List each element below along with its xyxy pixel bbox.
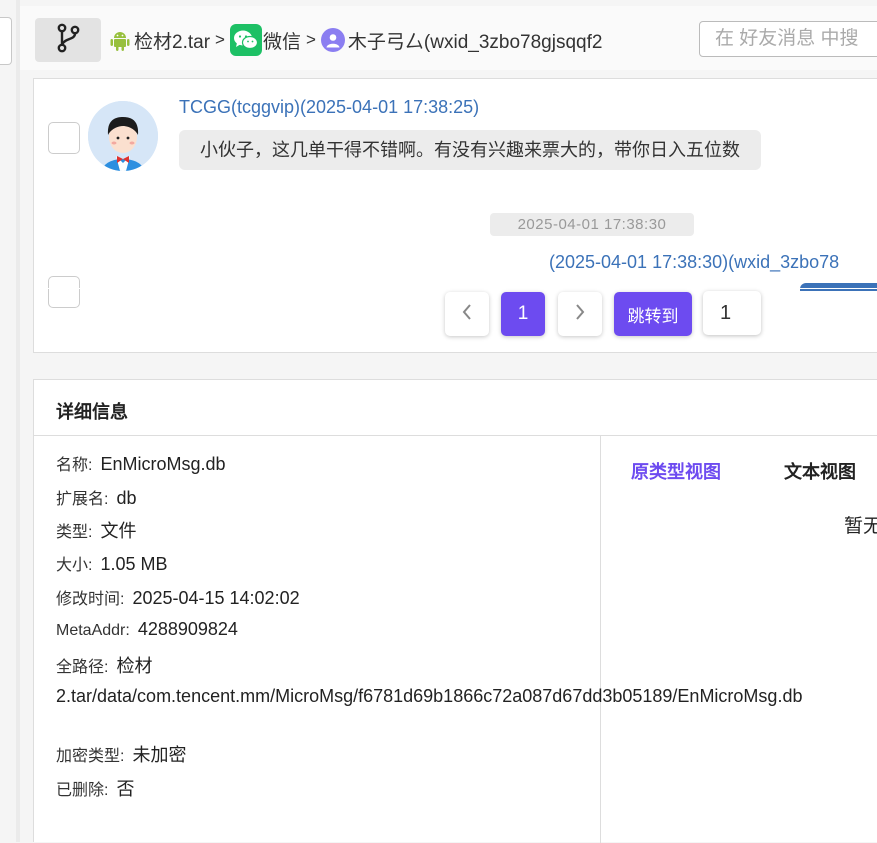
field-size: 大小: 1.05 MB	[56, 551, 168, 575]
breadcrumb-label: 木子弓厶(wxid_3zbo78gjsqqf2	[347, 31, 603, 53]
field-meta-addr: MetaAddr: 4288909824	[56, 619, 238, 640]
reply-bubble	[800, 283, 877, 291]
android-icon	[110, 29, 130, 51]
wechat-icon	[229, 24, 262, 56]
tab-text-view[interactable]: 文本视图	[784, 458, 856, 484]
field-encryption: 加密类型: 未加密	[56, 741, 186, 767]
field-value: 检材 2.tar/data/com.tencent.mm/MicroMsg/f6…	[56, 656, 803, 706]
breadcrumb-item-contact[interactable]: 木子弓厶(wxid_3zbo78gjsqqf2	[320, 27, 603, 54]
avatar	[88, 101, 158, 171]
field-value: 文件	[100, 521, 137, 541]
field-label: 名称:	[56, 457, 93, 474]
field-type: 类型: 文件	[56, 517, 136, 543]
chevron-left-icon	[461, 303, 473, 326]
field-label: 类型:	[56, 524, 93, 541]
message-sender: TCGG(tcggvip)(2025-04-01 17:38:25)	[179, 97, 480, 117]
gutter	[16, 0, 20, 842]
header-divider	[34, 435, 877, 436]
chevron-right-icon	[574, 303, 586, 326]
branch-button[interactable]	[35, 18, 101, 62]
user-icon	[320, 28, 345, 52]
detail-title: 详细信息	[56, 402, 128, 422]
next-page-button[interactable]	[558, 292, 602, 336]
search-input[interactable]	[699, 21, 877, 57]
field-value: 未加密	[132, 745, 187, 765]
field-full-path: 全路径: 检材 2.tar/data/com.tencent.mm/MicroMs…	[56, 652, 802, 710]
field-modified-time: 修改时间: 2025-04-15 14:02:02	[56, 585, 300, 609]
breadcrumb: 检材2.tar > 微信 > 木子弓厶(wxid_3zbo78gjsqqf2	[110, 24, 603, 56]
time-divider: 2025-04-01 17:38:30	[490, 213, 694, 236]
empty-placeholder: 暂无	[844, 516, 877, 537]
field-label: 已删除:	[56, 782, 109, 799]
page-number-input[interactable]	[703, 291, 761, 335]
branch-icon	[55, 23, 81, 58]
prev-page-button[interactable]	[445, 292, 489, 336]
breadcrumb-separator: >	[305, 30, 316, 49]
field-value: 1.05 MB	[100, 554, 168, 574]
field-name: 名称: EnMicroMsg.db	[56, 451, 226, 475]
message-checkbox[interactable]	[48, 122, 80, 154]
field-label: 大小:	[56, 557, 93, 574]
field-label: 扩展名:	[56, 491, 109, 508]
message-checkbox[interactable]	[48, 276, 80, 308]
breadcrumb-item-evidence[interactable]: 检材2.tar	[110, 27, 210, 54]
detail-panel: 详细信息 名称: EnMicroMsg.db 扩展名: db 类型: 文件 大小: 1.…	[33, 379, 877, 843]
field-deleted: 已删除: 否	[56, 775, 134, 801]
reply-sender: (2025-04-01 17:38:30)(wxid_3zbo78	[549, 252, 840, 272]
field-value: 2025-04-15 14:02:02	[132, 588, 300, 608]
page-button-current[interactable]: 1	[501, 292, 545, 336]
field-value: 否	[116, 779, 135, 799]
field-label: 全路径:	[56, 659, 109, 676]
message-list-bottom	[34, 288, 877, 289]
field-value: 4288909824	[137, 619, 238, 639]
column-divider	[600, 436, 601, 843]
field-value: EnMicroMsg.db	[100, 454, 226, 474]
breadcrumb-label: 微信	[262, 31, 301, 53]
field-extension: 扩展名: db	[56, 485, 136, 509]
breadcrumb-label: 检材2.tar	[134, 31, 211, 53]
chat-panel: TCGG(tcggvip)(2025-04-01 17:38:25) 小伙子，这…	[33, 78, 877, 353]
message-bubble: 小伙子，这几单干得不错啊。有没有兴趣来票大的，带你日入五位数	[179, 130, 761, 170]
field-label: MetaAddr:	[56, 622, 130, 639]
collapsed-panel-edge[interactable]	[0, 17, 12, 65]
breadcrumb-item-wechat[interactable]: 微信	[229, 24, 301, 56]
field-label: 修改时间:	[56, 591, 125, 608]
breadcrumb-separator: >	[215, 30, 225, 49]
field-label: 加密类型:	[56, 748, 125, 765]
jump-to-button[interactable]: 跳转到	[614, 292, 692, 336]
tab-original-view[interactable]: 原类型视图	[631, 458, 721, 484]
breadcrumb-bar: 检材2.tar > 微信 > 木子弓厶(wxid_3zbo78gjsqqf2 在…	[20, 6, 877, 70]
field-value: db	[116, 488, 137, 508]
